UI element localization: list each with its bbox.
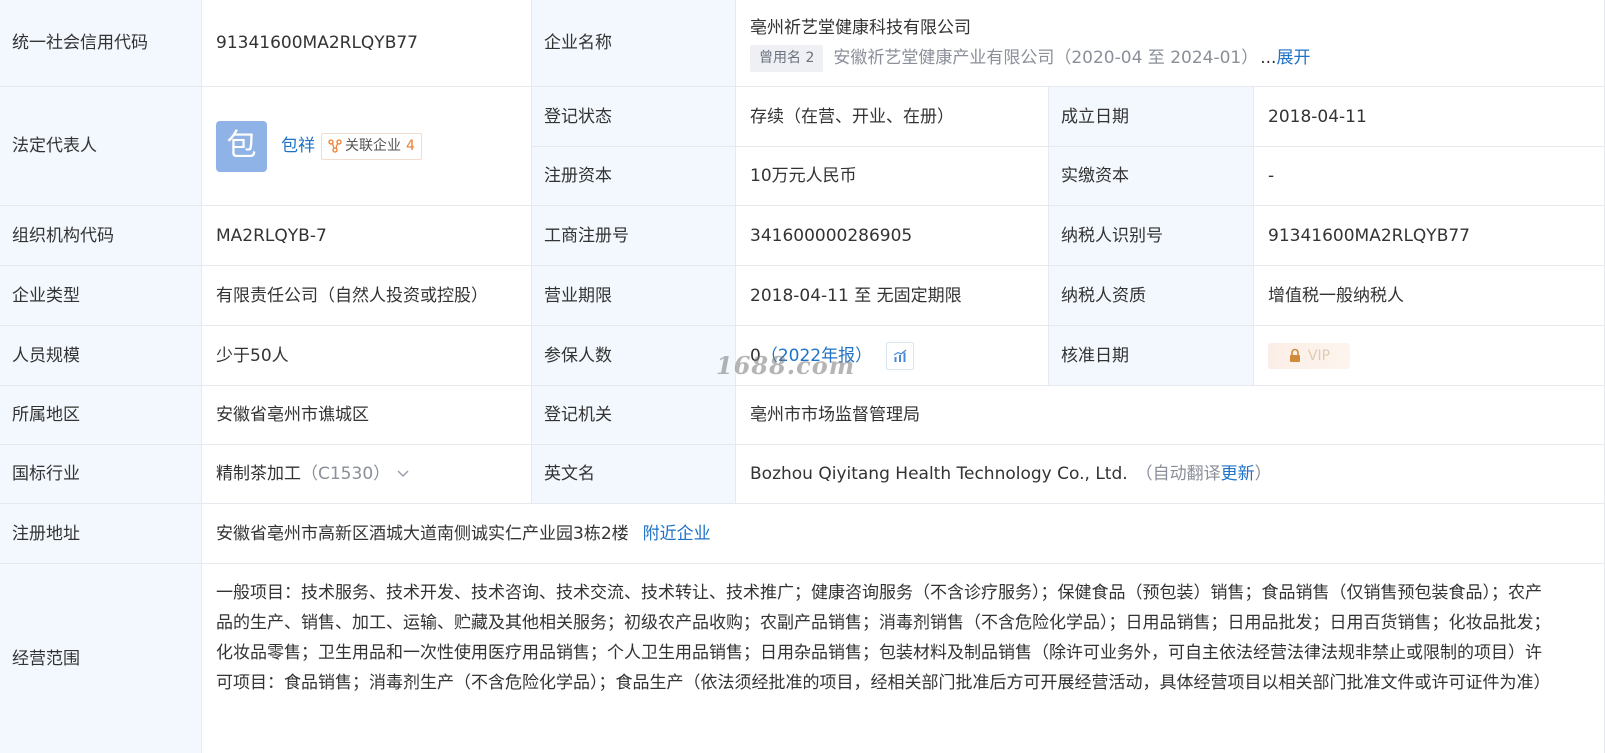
company-name-label: 企业名称	[532, 0, 736, 87]
related-companies-label: 关联企业	[345, 138, 401, 154]
legal-rep-label: 法定代表人	[0, 87, 202, 206]
reg-authority-value: 亳州市市场监督管理局	[736, 386, 1605, 445]
vip-locked-text: VIP	[1307, 347, 1331, 364]
taxpayer-id-value: 91341600MA2RLQYB77	[1254, 206, 1605, 266]
expand-ellipsis: ...	[1260, 48, 1277, 68]
reg-authority-label: 登记机关	[532, 386, 736, 445]
approval-date-cell: VIP	[1254, 326, 1605, 386]
taxpayer-qual-label: 纳税人资质	[1049, 266, 1254, 326]
english-name-cell: Bozhou Qiyitang Health Technology Co., L…	[736, 445, 1605, 504]
trend-chart-icon[interactable]	[886, 341, 915, 370]
biz-reg-no-value: 341600000286905	[736, 206, 1049, 266]
related-companies-badge[interactable]: 关联企业 4	[321, 132, 422, 160]
region-value: 安徽省亳州市谯城区	[202, 386, 532, 445]
related-companies-count: 4	[406, 138, 415, 154]
industry-label: 国标行业	[0, 445, 202, 504]
english-name-value: Bozhou Qiyitang Health Technology Co., L…	[750, 464, 1128, 484]
business-scope-text: 一般项目：技术服务、技术开发、技术咨询、技术交流、技术转让、技术推广；健康咨询服…	[216, 583, 1551, 693]
company-type-value: 有限责任公司（自然人投资或控股）	[202, 266, 532, 326]
credit-code-label: 统一社会信用代码	[0, 0, 202, 87]
region-label: 所属地区	[0, 386, 202, 445]
vip-locked-badge[interactable]: VIP	[1268, 342, 1350, 369]
company-type-label: 企业类型	[0, 266, 202, 326]
legal-rep-avatar[interactable]: 包	[216, 120, 267, 172]
founded-value: 2018-04-11	[1254, 87, 1605, 147]
credit-code-value: 91341600MA2RLQYB77	[202, 0, 532, 87]
org-code-value: MA2RLQYB-7	[202, 206, 532, 266]
term-label: 营业期限	[532, 266, 736, 326]
english-name-label: 英文名	[532, 445, 736, 504]
taxpayer-id-label: 纳税人识别号	[1049, 206, 1254, 266]
network-icon	[328, 139, 342, 153]
address-value: 安徽省亳州市高新区酒城大道南侧诚实仁产业园3栋2楼	[216, 523, 629, 544]
nearby-companies-link[interactable]: 附近企业	[643, 522, 711, 546]
reg-status-label: 登记状态	[532, 87, 736, 147]
term-value: 2018-04-11 至 无固定期限	[736, 266, 1049, 326]
reg-capital-value: 10万元人民币	[736, 147, 1049, 206]
taxpayer-qual-value: 增值税一般纳税人	[1254, 266, 1605, 326]
founded-label: 成立日期	[1049, 87, 1254, 147]
approval-date-label: 核准日期	[1049, 326, 1254, 386]
chevron-down-icon[interactable]	[396, 469, 410, 479]
update-translation-link[interactable]: 更新	[1221, 462, 1255, 486]
lock-icon	[1289, 348, 1300, 362]
former-name-tag: 曾用名 2	[750, 44, 824, 72]
paid-capital-value: -	[1254, 147, 1605, 206]
insured-label: 参保人数	[532, 326, 736, 386]
reg-capital-label: 注册资本	[532, 147, 736, 206]
expand-link[interactable]: 展开	[1276, 46, 1310, 70]
company-name-value: 亳州祈艺堂健康科技有限公司	[750, 17, 971, 38]
staff-size-label: 人员规模	[0, 326, 202, 386]
former-name-row: 曾用名 2 安徽祈艺堂健康产业有限公司（2020-04 至 2024-01） .…	[750, 44, 1310, 72]
auto-translate-close: ）	[1254, 464, 1272, 484]
former-name-value: 安徽祈艺堂健康产业有限公司（2020-04 至 2024-01）	[833, 48, 1259, 68]
auto-translate-note: （自动翻译	[1135, 464, 1221, 484]
biz-reg-no-label: 工商注册号	[532, 206, 736, 266]
staff-size-value: 少于50人	[202, 326, 532, 386]
industry-value: 精制茶加工	[216, 464, 301, 484]
paid-capital-label: 实缴资本	[1049, 147, 1254, 206]
legal-rep-name-link[interactable]: 包祥	[281, 134, 315, 158]
company-name-cell: 亳州祈艺堂健康科技有限公司 曾用名 2 安徽祈艺堂健康产业有限公司（2020-0…	[736, 0, 1605, 87]
industry-cell[interactable]: 精制茶加工 （C1530）	[202, 445, 532, 504]
org-code-label: 组织机构代码	[0, 206, 202, 266]
address-label: 注册地址	[0, 504, 202, 564]
industry-code: （C1530）	[301, 464, 391, 484]
watermark-text: 1688.com	[716, 351, 856, 380]
legal-rep-cell: 包 包祥 关联企业 4	[202, 87, 532, 206]
scope-label: 经营范围	[0, 564, 202, 753]
reg-status-value: 存续（在营、开业、在册）	[736, 87, 1049, 147]
address-cell: 安徽省亳州市高新区酒城大道南侧诚实仁产业园3栋2楼 附近企业	[202, 504, 1605, 564]
